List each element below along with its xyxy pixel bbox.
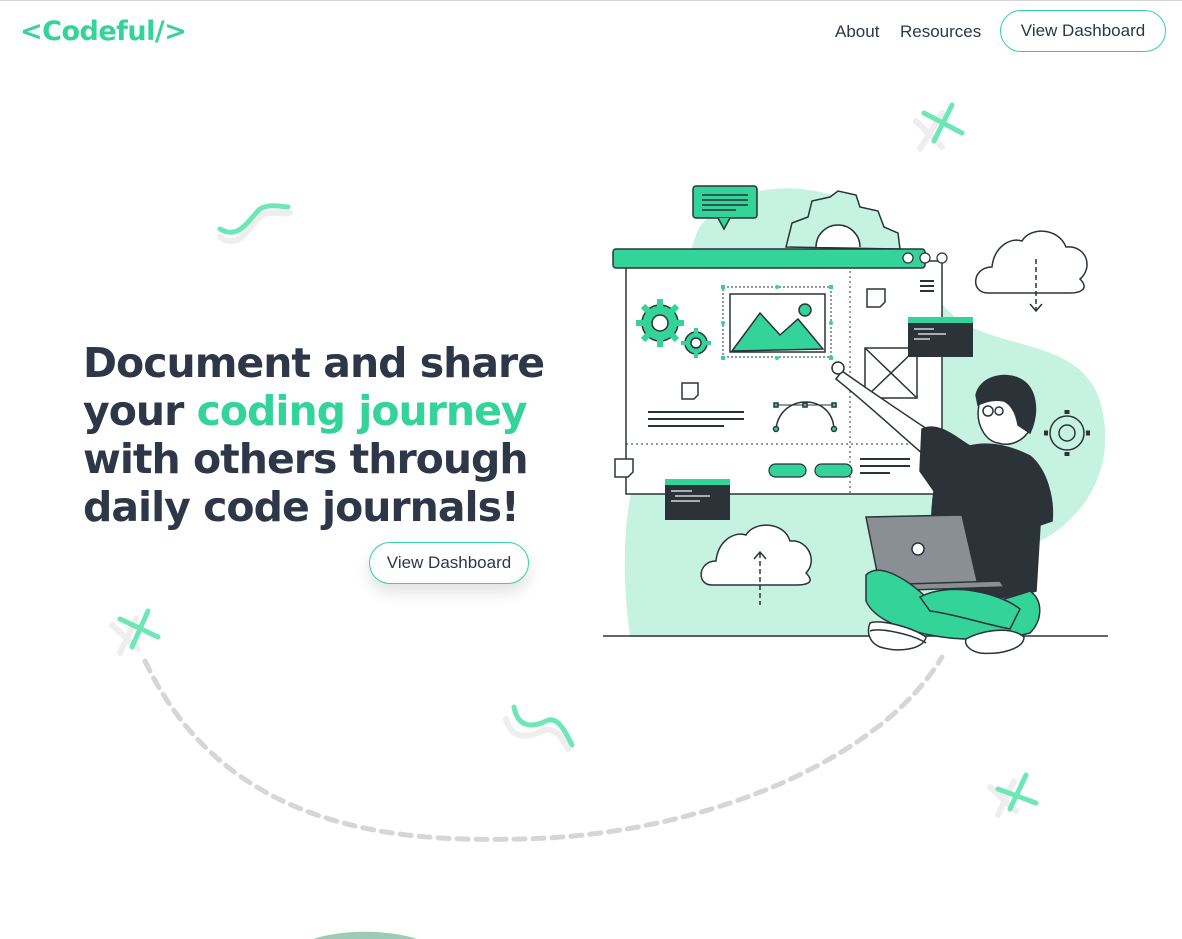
nav-link-about[interactable]: About bbox=[835, 22, 879, 42]
navbar: <Codeful/> About Resources View Dashboar… bbox=[0, 1, 1182, 63]
cross-decoration bbox=[913, 102, 965, 152]
headline-accent: coding journey bbox=[196, 387, 528, 435]
note-icon bbox=[614, 458, 634, 478]
squiggle-decoration bbox=[217, 203, 293, 245]
note-icon bbox=[866, 288, 886, 308]
bezier-icon bbox=[772, 401, 838, 433]
chat-bubble-icon bbox=[692, 185, 758, 231]
browser-window bbox=[612, 248, 948, 495]
gear-icon bbox=[785, 190, 901, 250]
bottom-blob-decoration bbox=[313, 931, 417, 939]
code-window-icon bbox=[908, 317, 973, 357]
nav-link-resources[interactable]: Resources bbox=[900, 22, 981, 42]
brand-logo[interactable]: <Codeful/> bbox=[20, 16, 187, 47]
hero-headline: Document and share your coding journey w… bbox=[83, 339, 563, 531]
view-dashboard-button[interactable]: View Dashboard bbox=[1000, 10, 1166, 52]
pill-shape bbox=[768, 463, 807, 478]
cloud-download-icon bbox=[974, 230, 1088, 313]
text-lines bbox=[648, 382, 744, 427]
pill-shape bbox=[814, 463, 853, 478]
dashed-arc bbox=[142, 654, 945, 842]
person-figure bbox=[831, 361, 1054, 655]
image-placeholder bbox=[864, 347, 918, 399]
gear-icon bbox=[636, 299, 684, 347]
cross-decoration bbox=[987, 772, 1039, 818]
code-window-icon bbox=[665, 479, 730, 520]
gear-icon bbox=[1044, 410, 1090, 456]
hero-view-dashboard-button[interactable]: View Dashboard bbox=[369, 542, 529, 584]
headline-text: with others through daily code journals! bbox=[83, 435, 529, 531]
text-lines bbox=[860, 458, 910, 474]
cloud-upload-icon bbox=[700, 524, 812, 605]
squiggle-decoration bbox=[503, 704, 575, 752]
cross-decoration bbox=[109, 608, 161, 656]
background-blob bbox=[624, 188, 1106, 637]
image-icon bbox=[721, 285, 833, 360]
gear-icon bbox=[681, 328, 711, 358]
